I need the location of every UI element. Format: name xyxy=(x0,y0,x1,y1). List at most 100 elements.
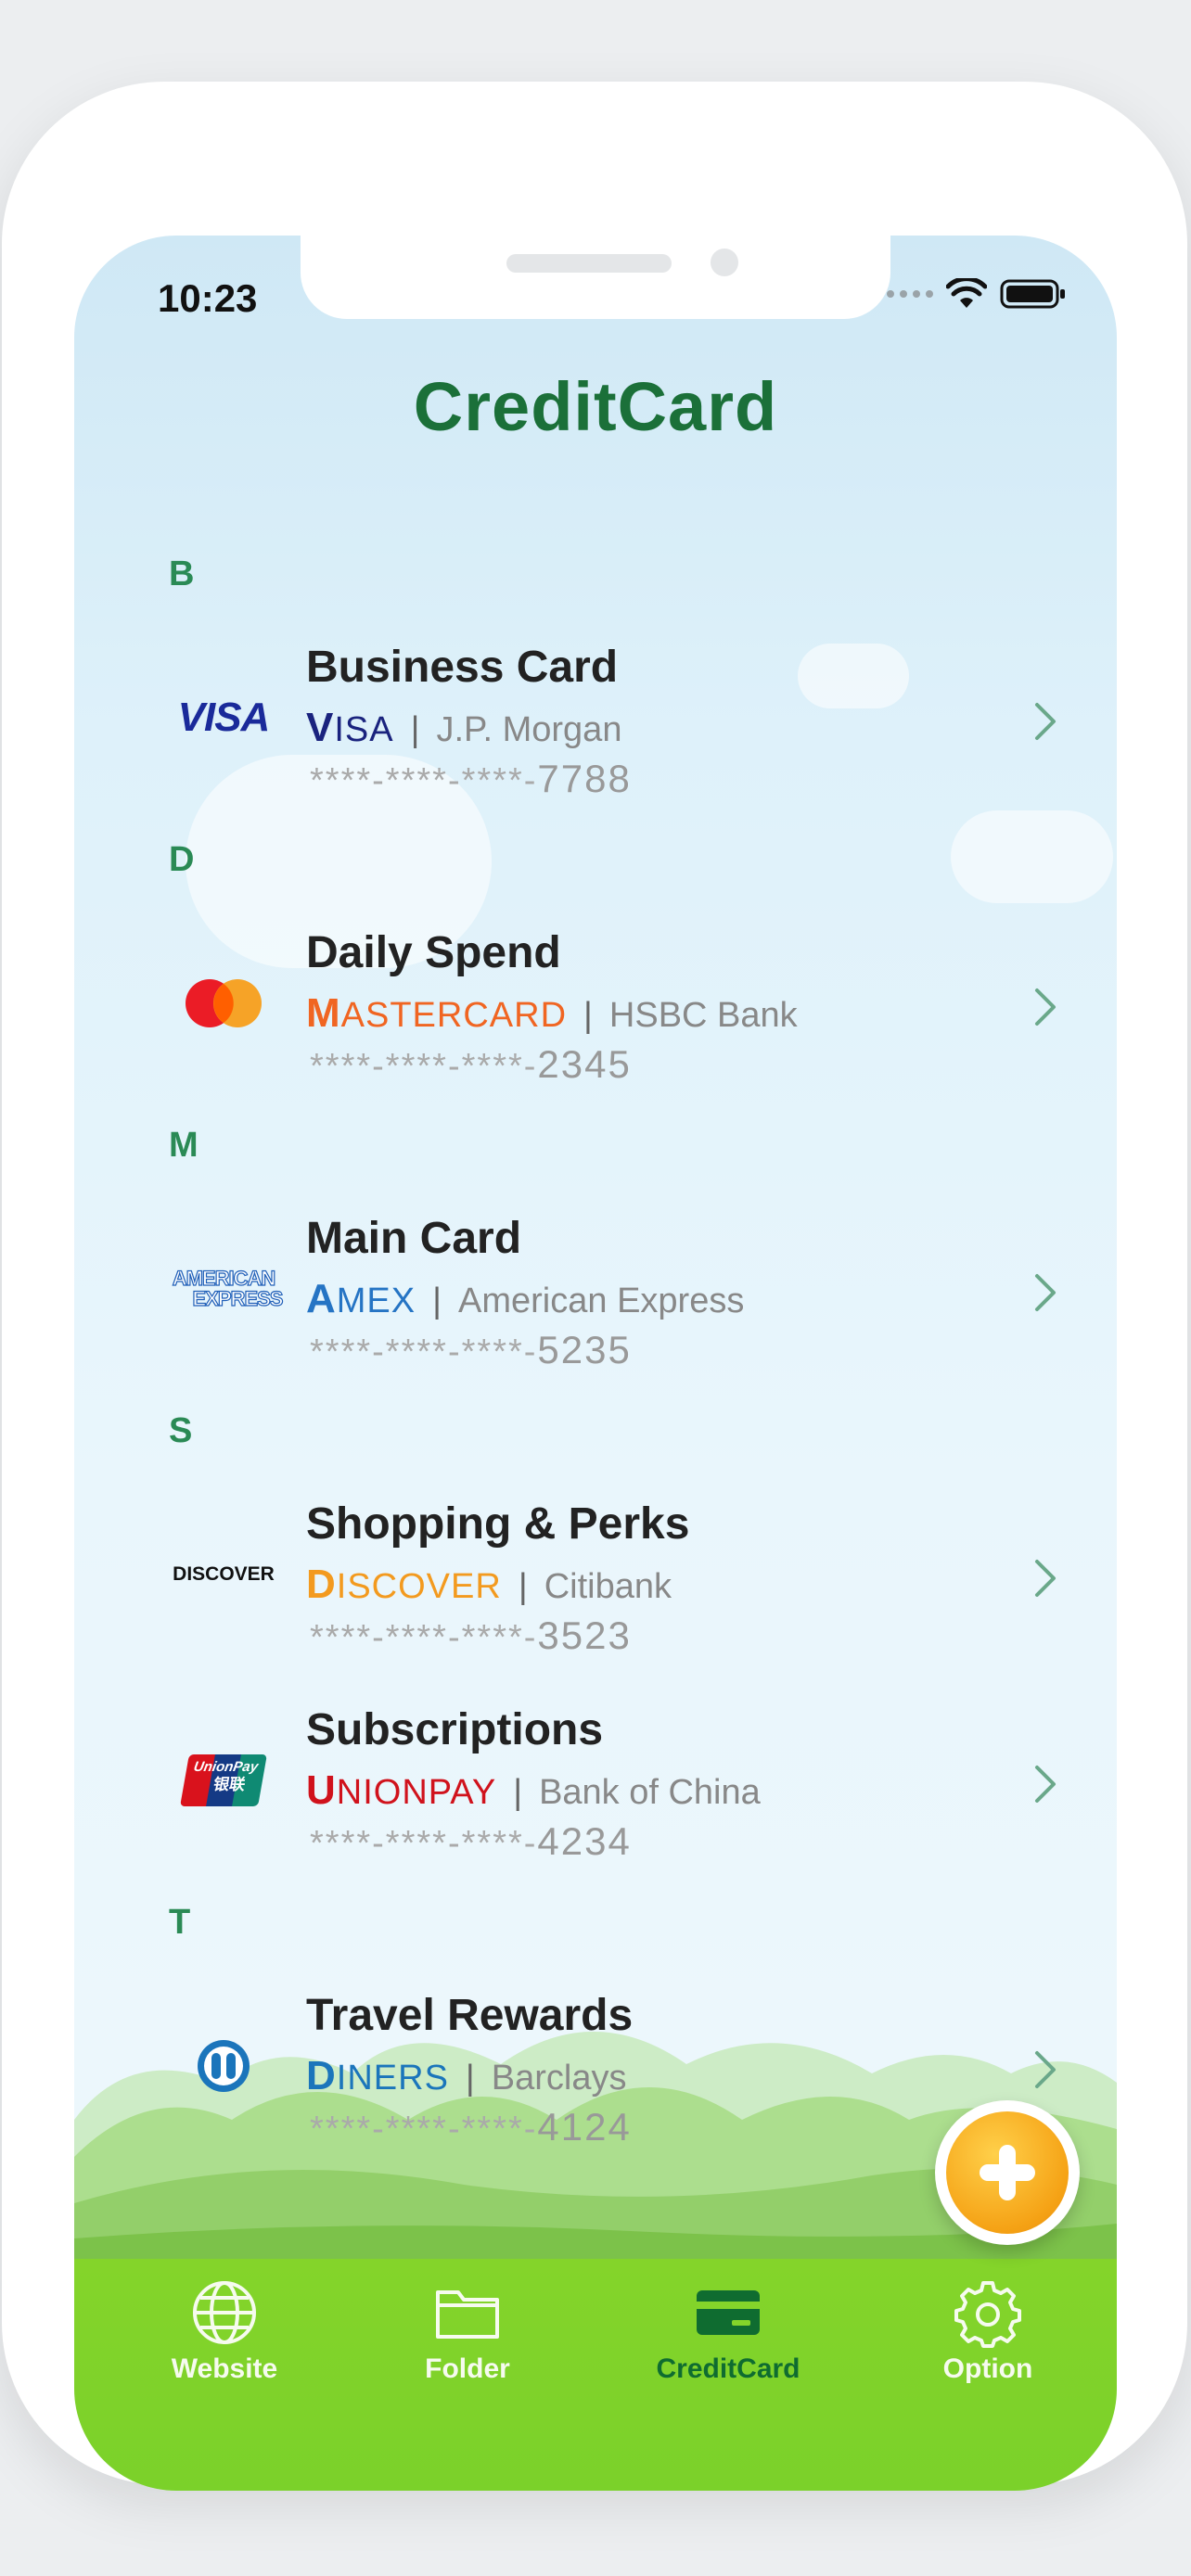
card-network-line: DISCOVER | Citibank xyxy=(306,1562,672,1608)
card-network-rest: NIONPAY xyxy=(336,1773,497,1812)
status-time: 10:23 xyxy=(158,276,258,320)
discover-logo-text: DISCOVER xyxy=(173,1563,275,1585)
card-bank: Citibank xyxy=(544,1567,672,1606)
separator: | xyxy=(513,1773,523,1812)
card-network-initial: A xyxy=(306,1276,337,1321)
mastercard-circles xyxy=(186,979,262,1027)
notch xyxy=(301,236,890,319)
page-title: CreditCard xyxy=(413,368,778,445)
card-name: Shopping & Perks xyxy=(306,1499,690,1549)
card-network-rest: ISCOVER xyxy=(336,1567,502,1606)
chevron-right-icon xyxy=(1035,1766,1056,1803)
tab-website[interactable]: Website xyxy=(141,2277,308,2385)
discover-logo: DISCOVER xyxy=(165,1537,282,1612)
card-number: ****-****-****-3523 xyxy=(310,1613,632,1658)
chevron-right-icon xyxy=(1035,1560,1056,1597)
card-last4: 4234 xyxy=(537,1819,632,1863)
chevron-right-icon xyxy=(1035,988,1056,1026)
card-last4: 4124 xyxy=(537,2105,632,2149)
front-camera xyxy=(711,249,738,276)
add-card-button[interactable] xyxy=(935,2100,1080,2245)
section-header-m: M xyxy=(169,1126,198,1165)
card-network: DISCOVER xyxy=(306,1562,502,1608)
card-network-rest: ISA xyxy=(334,710,394,749)
unionpay-logo-line2: 银联 xyxy=(211,1776,247,1793)
card-number: ****-****-****-7788 xyxy=(310,757,632,801)
card-last4: 3523 xyxy=(537,1613,632,1657)
card-network: AMEX xyxy=(306,1276,416,1322)
card-network: DINERS xyxy=(306,2053,449,2099)
tab-bar: Website Folder CreditCard Option xyxy=(74,2259,1117,2491)
card-number: ****-****-****-2345 xyxy=(310,1042,632,1087)
card-last4: 7788 xyxy=(537,757,632,800)
section-header-s: S xyxy=(169,1411,193,1450)
tab-option[interactable]: Option xyxy=(904,2277,1071,2385)
card-number: ****-****-****-5235 xyxy=(310,1328,632,1372)
card-bank: Barclays xyxy=(491,2059,627,2098)
folder-icon xyxy=(436,2290,499,2339)
tab-folder[interactable]: Folder xyxy=(384,2277,551,2385)
card-row-daily-spend[interactable]: Daily Spend MASTERCARD | HSBC Bank ****-… xyxy=(74,927,1117,1113)
card-name: Main Card xyxy=(306,1214,522,1263)
card-network: VISA xyxy=(306,705,394,751)
gear-icon xyxy=(954,2281,1021,2348)
card-network-line: DINERS | Barclays xyxy=(306,2053,627,2099)
visa-logo: VISA xyxy=(165,681,282,755)
card-network-initial: M xyxy=(306,990,341,1036)
card-row-subscriptions[interactable]: UnionPay 银联 Subscriptions UNIONPAY | Ban… xyxy=(74,1704,1117,1890)
status-icons xyxy=(887,278,1067,310)
plus-icon xyxy=(980,2145,1035,2200)
phone-frame: 10:23 CreditCard B VISA Business Card VI… xyxy=(2,82,1187,2491)
card-number-mask: ****-****-****- xyxy=(310,2110,538,2149)
card-number-mask: ****-****-****- xyxy=(310,761,538,800)
card-network: UNIONPAY xyxy=(306,1767,496,1814)
card-name: Subscriptions xyxy=(306,1705,604,1754)
battery-icon xyxy=(1000,279,1065,309)
unionpay-logo-line1: UnionPay xyxy=(192,1759,260,1775)
credit-card-icon xyxy=(697,2290,760,2335)
card-network-initial: U xyxy=(306,1767,337,1813)
card-last4: 2345 xyxy=(537,1042,632,1086)
app-screen: 10:23 CreditCard B VISA Business Card VI… xyxy=(74,236,1117,2491)
section-header-d: D xyxy=(169,840,195,879)
amex-logo-line1: AMERICAN xyxy=(172,1267,276,1290)
speaker xyxy=(506,254,672,273)
separator: | xyxy=(432,1282,442,1320)
chevron-right-icon xyxy=(1035,2051,1056,2088)
unionpay-logo: UnionPay 银联 xyxy=(165,1743,282,1817)
separator: | xyxy=(518,1567,528,1606)
separator: | xyxy=(465,2059,475,2098)
card-number: ****-****-****-4234 xyxy=(310,1819,632,1864)
amex-logo-line2: EXPRESS xyxy=(192,1287,284,1310)
card-network: MASTERCARD xyxy=(306,990,567,1037)
card-network-initial: V xyxy=(306,705,335,750)
tab-creditcard[interactable]: CreditCard xyxy=(645,2277,812,2385)
card-number-mask: ****-****-****- xyxy=(310,1618,538,1657)
tab-label: Folder xyxy=(425,2353,510,2384)
card-bank: J.P. Morgan xyxy=(436,710,622,749)
globe-icon xyxy=(193,2281,256,2344)
diners-logo xyxy=(165,2029,282,2103)
card-bank: Bank of China xyxy=(539,1773,761,1812)
separator: | xyxy=(583,996,593,1035)
card-row-business-card[interactable]: VISA Business Card VISA | J.P. Morgan **… xyxy=(74,642,1117,827)
card-network-line: UNIONPAY | Bank of China xyxy=(306,1767,761,1814)
cellular-signal-icon xyxy=(887,290,933,298)
card-network-line: AMEX | American Express xyxy=(306,1276,744,1322)
card-number-mask: ****-****-****- xyxy=(310,1333,538,1371)
card-row-main-card[interactable]: AMERICAN EXPRESS Main Card AMEX | Americ… xyxy=(74,1213,1117,1398)
card-network-initial: D xyxy=(306,1562,337,1607)
card-row-shopping-perks[interactable]: DISCOVER Shopping & Perks DISCOVER | Cit… xyxy=(74,1498,1117,1684)
wifi-icon xyxy=(946,278,987,308)
card-network-rest: INERS xyxy=(336,2059,449,2098)
card-number: ****-****-****-4124 xyxy=(310,2105,632,2149)
section-header-b: B xyxy=(169,555,195,593)
card-number-mask: ****-****-****- xyxy=(310,1047,538,1086)
card-name: Travel Rewards xyxy=(306,1991,634,2040)
diners-logo-mark xyxy=(198,2040,250,2092)
card-network-line: VISA | J.P. Morgan xyxy=(306,705,621,751)
card-network-line: MASTERCARD | HSBC Bank xyxy=(306,990,798,1037)
card-last4: 5235 xyxy=(537,1328,632,1371)
tab-label: Website xyxy=(171,2353,278,2384)
mastercard-logo xyxy=(165,966,282,1040)
